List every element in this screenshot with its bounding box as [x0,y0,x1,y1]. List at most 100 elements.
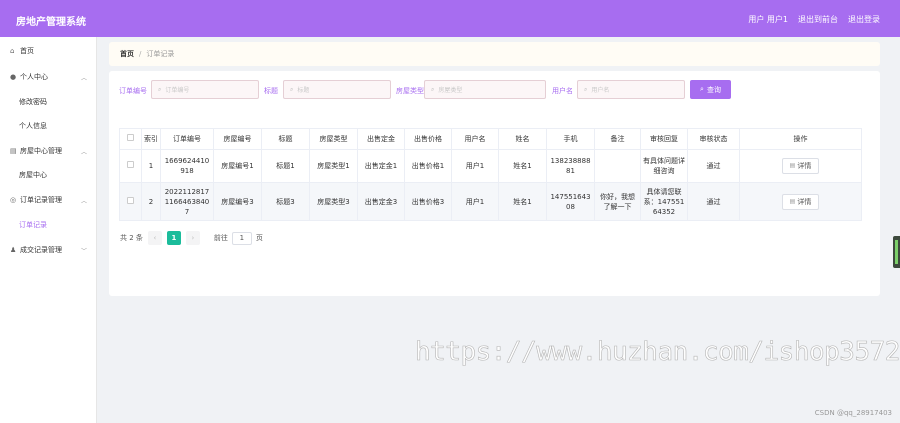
table-cell: 出售定金3 [357,182,405,221]
table-cell: 有具体问题详细咨询 [640,149,688,183]
search-icon: ⌕ [158,85,162,93]
table-cell: 13823888881 [546,149,595,183]
logout-link[interactable]: 退出登录 [848,14,880,25]
document-icon: ▤ [789,162,796,169]
column-header: 出售价格 [404,128,452,150]
pagination-total: 共 2 条 [120,234,143,242]
sidebar-item-house-center[interactable]: 房屋中心 [0,166,97,184]
select-all-checkbox[interactable] [119,128,142,150]
csdn-credit: CSDN @qq_28917403 [814,409,892,417]
sidebar-item-personal-info[interactable]: 个人信息 [0,117,97,135]
table-cell: 标题3 [261,182,310,221]
table-cell-actions: ▤ 详情 [739,149,862,183]
side-widget-handle[interactable] [893,236,900,268]
column-header: 标题 [261,128,310,150]
search-icon: ⌕ [700,85,704,93]
table-cell: 房屋类型1 [309,149,358,183]
order-no-placeholder: 订单编号 [165,87,190,94]
table-cell: 姓名1 [498,182,547,221]
row-checkbox[interactable] [119,182,142,221]
person-icon: ♟ [10,246,17,254]
goto-label: 前往 [213,234,228,242]
next-page-button[interactable]: › [185,231,200,245]
title-label: 标题 [264,87,278,95]
sidebar-item-order-records[interactable]: 订单记录 [0,216,97,234]
search-bar: 订单编号 ⌕ 订单编号 标题 ⌕ 标题 房屋类型 ⌕ 房屋类型 用户名 ⌕ 用户… [119,80,879,100]
order-no-input[interactable]: ⌕ 订单编号 [151,80,259,99]
current-user: 用户 用户1 [748,15,788,24]
row-checkbox[interactable] [119,149,142,183]
search-icon: ⌕ [584,85,588,93]
pagination: 共 2 条 ‹ 1 › 前往 1 页 [120,231,263,245]
column-header: 备注 [594,128,641,150]
house-icon: ▤ [10,147,17,155]
back-to-front-link[interactable]: 退出到前台 [798,14,838,25]
table-cell: 14755164308 [546,182,595,221]
sidebar-item-label: 个人中心 [20,73,48,81]
chevron-up-icon: ︿ [80,74,87,82]
chevron-left-icon: ‹ [153,234,157,242]
column-header: 姓名 [498,128,547,150]
sidebar-item-home[interactable]: ⌂ 首页 [0,42,97,60]
chevron-up-icon: ︿ [80,197,87,205]
table-cell: 通过 [687,149,740,183]
order-no-label: 订单编号 [119,87,147,95]
table-cell: 房屋编号3 [213,182,262,221]
checkbox-box [127,134,134,141]
detail-button[interactable]: ▤ 详情 [782,193,819,210]
goto-page-input[interactable]: 1 [231,231,252,245]
table-cell: 用户1 [451,182,499,221]
house-type-input[interactable]: ⌕ 房屋类型 [424,80,546,99]
search-icon: ⌕ [290,85,294,93]
chevron-right-icon: › [191,234,195,242]
table-cell: 1669624410918 [160,149,214,183]
sidebar-group-deals[interactable]: ♟ 成交记录管理 ﹀ [0,241,97,259]
table-row: 2 20221128171166463840 7 房屋编号3 标题3 房屋类型3… [119,182,862,221]
content-card: 订单编号 ⌕ 订单编号 标题 ⌕ 标题 房屋类型 ⌕ 房屋类型 用户名 ⌕ 用户… [109,71,880,296]
table-cell: 具体请您联系：14755164352 [640,182,688,221]
detail-button[interactable]: ▤ 详情 [782,158,819,174]
breadcrumb: 首页 / 订单记录 [109,42,880,66]
breadcrumb-separator: / [139,50,142,58]
table-cell [594,149,641,183]
top-bar: 房地产管理系统 用户 用户1 退出到前台 退出登录 [0,0,900,37]
sidebar-group-personal[interactable]: ● 个人中心 ︿ [0,68,97,86]
prev-page-button[interactable]: ‹ [147,231,162,245]
home-icon: ⌂ [10,47,15,55]
sidebar-item-label: 房屋中心管理 [20,147,62,155]
username-input[interactable]: ⌕ 用户名 [577,80,685,99]
query-button[interactable]: ⌕ 查询 [690,80,731,99]
table-cell: 1 [141,149,161,183]
sidebar-item-change-password[interactable]: 修改密码 [0,93,97,111]
table-cell: 用户1 [451,149,499,183]
column-header: 房屋编号 [213,128,262,150]
checkbox-box [127,161,134,168]
column-header: 索引 [141,128,161,150]
table-cell: 20221128171166463840 7 [160,182,214,221]
page-number-button[interactable]: 1 [166,231,181,245]
title-input[interactable]: ⌕ 标题 [283,80,391,99]
column-header: 操作 [739,128,862,150]
header-actions: 用户 用户1 退出到前台 退出登录 [748,14,880,25]
table-cell: 你好，我想了解一下 [594,182,641,221]
sidebar-group-orders[interactable]: ◎ 订单记录管理 ︿ [0,191,97,209]
page-suffix: 页 [255,234,263,242]
breadcrumb-home[interactable]: 首页 [120,49,134,59]
table-cell: 通过 [687,182,740,221]
chevron-up-icon: ︿ [80,148,87,156]
house-type-placeholder: 房屋类型 [438,87,463,94]
detail-button-label: 详情 [797,162,812,170]
column-header: 审核回复 [640,128,688,150]
checkbox-box [127,196,134,204]
sidebar-item-label: 首页 [20,47,34,55]
sidebar-group-house[interactable]: ▤ 房屋中心管理 ︿ [0,142,97,160]
chevron-down-icon: ﹀ [80,247,87,255]
table-cell: 2 [141,182,161,221]
table-header-row: 索引 订单编号 房屋编号 标题 房屋类型 出售定金 出售价格 用户名 姓名 手机… [119,128,862,150]
breadcrumb-current: 订单记录 [146,50,175,58]
sidebar-item-label: 个人信息 [19,122,47,130]
table-cell: 出售定金1 [357,149,405,183]
column-header: 用户名 [451,128,499,150]
globe-icon: ◎ [10,196,17,204]
title-placeholder: 标题 [297,87,310,94]
